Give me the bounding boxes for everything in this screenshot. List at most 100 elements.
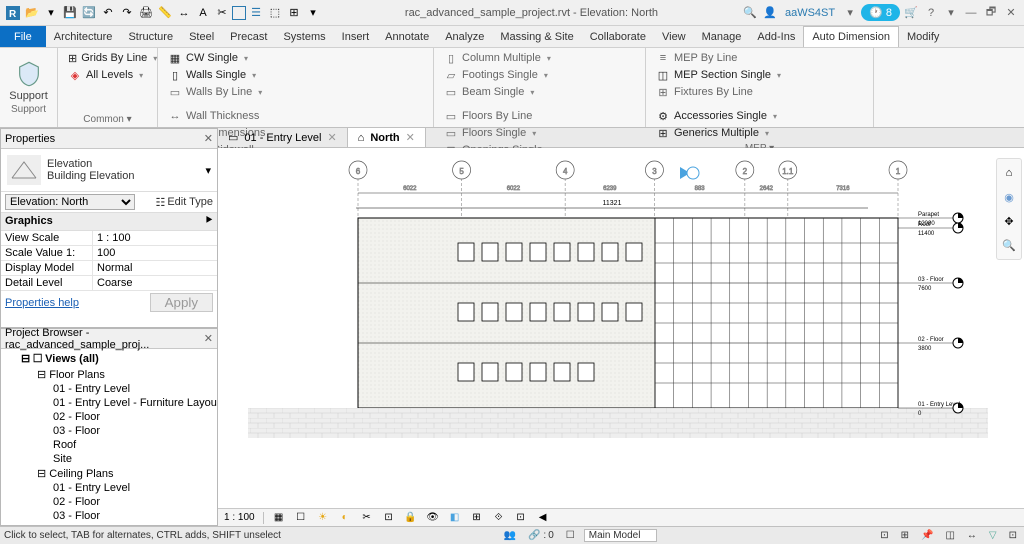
- grids-by-line-button[interactable]: ⊞Grids By Line▾: [64, 50, 151, 66]
- mep-by-line-button[interactable]: ≡MEP By Line: [652, 50, 867, 66]
- close-hidden-icon[interactable]: ⬚: [266, 4, 284, 22]
- wall-thickness-button[interactable]: ↔Wall Thickness: [164, 108, 427, 124]
- tab-auto-dimension[interactable]: Auto Dimension: [803, 26, 899, 47]
- sun-path-icon[interactable]: ☀: [316, 511, 330, 525]
- tab-manage[interactable]: Manage: [694, 26, 750, 47]
- temp-hide-icon[interactable]: 👁: [426, 511, 440, 525]
- select-pinned-icon[interactable]: 📌: [918, 530, 936, 541]
- measure-icon[interactable]: 📏: [156, 4, 174, 22]
- tab-massing-site[interactable]: Massing & Site: [492, 26, 581, 47]
- tab-systems[interactable]: Systems: [275, 26, 333, 47]
- open-icon[interactable]: 📂: [23, 4, 41, 22]
- select-links-icon[interactable]: ⊡: [877, 530, 891, 541]
- floors-single-button[interactable]: ▭Floors Single▾: [440, 125, 639, 141]
- properties-help-link[interactable]: Properties help: [5, 297, 79, 309]
- visual-style-icon[interactable]: ☐: [294, 511, 308, 525]
- tab-view[interactable]: View: [654, 26, 694, 47]
- support-button[interactable]: Support: [9, 60, 48, 102]
- tab-architecture[interactable]: Architecture: [46, 26, 121, 47]
- select-face-icon[interactable]: ◫: [942, 530, 957, 541]
- undo-icon[interactable]: ↶: [99, 4, 117, 22]
- close-tab-icon[interactable]: ✕: [327, 131, 336, 144]
- save-icon[interactable]: 💾: [61, 4, 79, 22]
- selection-count[interactable]: 🔗 :0: [525, 530, 557, 541]
- tab-addins[interactable]: Add-Ins: [749, 26, 803, 47]
- tree-fp-item[interactable]: Roof: [5, 438, 213, 452]
- drawing-canvas[interactable]: 6602256022462393883226421.173161 11321: [218, 148, 1024, 526]
- crop-region-icon[interactable]: ⊡: [382, 511, 396, 525]
- sync-icon[interactable]: 🔄: [80, 4, 98, 22]
- reveal-icon[interactable]: ◧: [448, 511, 462, 525]
- floors-by-line-button[interactable]: ▭Floors By Line: [440, 108, 639, 124]
- background-icon[interactable]: ⊡: [1006, 530, 1020, 541]
- user-name[interactable]: aaWS4ST: [781, 7, 839, 19]
- tree-fp-item[interactable]: 03 - Floor: [5, 424, 213, 438]
- tree-cp-item[interactable]: 02 - Floor: [5, 495, 213, 509]
- tab-steel[interactable]: Steel: [181, 26, 222, 47]
- qat-dropdown-icon[interactable]: ▾: [304, 4, 322, 22]
- user-icon[interactable]: 👤: [761, 4, 779, 22]
- tree-fp-item[interactable]: 01 - Entry Level: [5, 382, 213, 396]
- nav-wheel-icon[interactable]: ◉: [999, 187, 1019, 207]
- tree-views-all[interactable]: ⊟ 🞎 Views (all): [5, 351, 213, 367]
- tab-entry-level[interactable]: ▭01 - Entry Level✕: [218, 128, 348, 147]
- accessories-single-button[interactable]: ⚙Accessories Single▾: [652, 108, 867, 124]
- worksets-icon[interactable]: 👥: [501, 530, 519, 541]
- close-button[interactable]: ✕: [1002, 4, 1020, 22]
- nav-zoom-icon[interactable]: 🔍: [999, 235, 1019, 255]
- help-dropdown-icon[interactable]: ▾: [942, 4, 960, 22]
- tab-precast[interactable]: Precast: [222, 26, 275, 47]
- redo-icon[interactable]: ↷: [118, 4, 136, 22]
- restore-button[interactable]: 🗗: [982, 4, 1000, 22]
- detail-level-icon[interactable]: ▦: [272, 511, 286, 525]
- search-icon[interactable]: 🔍: [741, 4, 759, 22]
- prop-row-scalevalue[interactable]: Scale Value 1:100: [1, 246, 217, 261]
- beam-single-button[interactable]: ▭Beam Single▾: [440, 84, 639, 100]
- nav-home-icon[interactable]: ⌂: [999, 163, 1019, 183]
- close-tab-icon[interactable]: ✕: [406, 131, 415, 144]
- tree-ceiling-plans[interactable]: ⊟ Ceiling Plans: [5, 466, 213, 481]
- minimize-button[interactable]: —: [962, 4, 980, 22]
- tab-north[interactable]: ⌂North✕: [348, 128, 426, 147]
- main-model-select[interactable]: Main Model: [584, 529, 658, 542]
- editable-only-icon[interactable]: ☐: [563, 530, 578, 541]
- user-dropdown-icon[interactable]: ▾: [841, 4, 859, 22]
- box-icon[interactable]: [232, 6, 246, 20]
- letter-icon[interactable]: A: [194, 4, 212, 22]
- app-r-icon[interactable]: R: [4, 4, 22, 22]
- reveal2-icon[interactable]: ⊡: [514, 511, 528, 525]
- thin-lines-icon[interactable]: ☰: [247, 4, 265, 22]
- tab-modify[interactable]: Modify: [899, 26, 947, 47]
- type-selector[interactable]: ElevationBuilding Elevation: [47, 158, 199, 182]
- help-icon[interactable]: ?: [922, 4, 940, 22]
- close-browser-icon[interactable]: ✕: [204, 332, 213, 345]
- cw-single-button[interactable]: ▦CW Single▾: [164, 50, 427, 66]
- select-underlay-icon[interactable]: ⊞: [898, 530, 912, 541]
- file-tab[interactable]: File: [0, 26, 46, 47]
- tab-collaborate[interactable]: Collaborate: [582, 26, 654, 47]
- footings-single-button[interactable]: ▱Footings Single▾: [440, 67, 639, 83]
- filter-icon[interactable]: ▽: [986, 530, 1000, 541]
- shadows-icon[interactable]: ◐: [338, 511, 352, 525]
- generics-multiple-button[interactable]: ⊞Generics Multiple▾: [652, 125, 867, 141]
- section-icon[interactable]: ✂: [213, 4, 231, 22]
- prop-row-viewscale[interactable]: View Scale1 : 100: [1, 231, 217, 246]
- tab-insert[interactable]: Insert: [334, 26, 378, 47]
- switch-windows-icon[interactable]: ⊞: [285, 4, 303, 22]
- all-levels-button[interactable]: ◈All Levels▾: [64, 67, 151, 83]
- print-icon[interactable]: 🖨: [137, 4, 155, 22]
- crop-icon[interactable]: ✂: [360, 511, 374, 525]
- dropdown-icon[interactable]: ▾: [42, 4, 60, 22]
- column-multiple-button[interactable]: ▯Column Multiple▾: [440, 50, 639, 66]
- dim-icon[interactable]: ↔: [175, 4, 193, 22]
- constraints-icon[interactable]: ⊞: [470, 511, 484, 525]
- tree-cp-item[interactable]: 03 - Floor: [5, 509, 213, 523]
- cart-icon[interactable]: 🛒: [902, 4, 920, 22]
- tree-fp-item[interactable]: 01 - Entry Level - Furniture Layout: [5, 396, 213, 410]
- drag-icon[interactable]: ↔: [964, 530, 980, 541]
- tab-annotate[interactable]: Annotate: [377, 26, 437, 47]
- prop-row-displaymodel[interactable]: Display ModelNormal: [1, 261, 217, 276]
- edit-type-button[interactable]: ☷ Edit Type: [155, 196, 213, 209]
- walls-by-line-button[interactable]: ▭Walls By Line▾: [164, 84, 427, 100]
- mep-section-single-button[interactable]: ◫MEP Section Single▾: [652, 67, 867, 83]
